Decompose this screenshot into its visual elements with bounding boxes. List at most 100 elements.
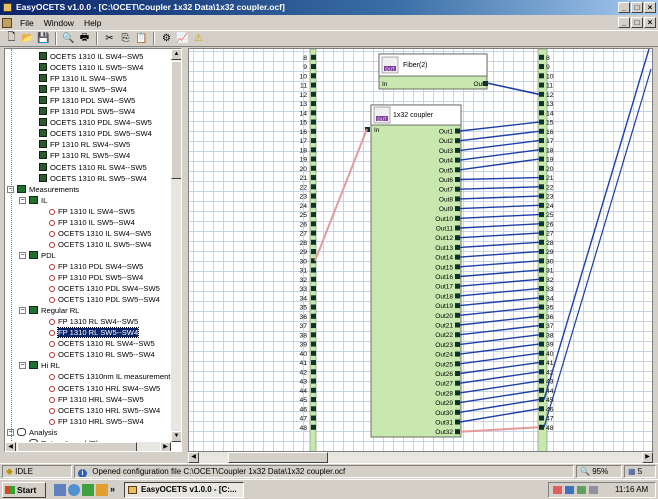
menu-help[interactable]: Help [79,18,106,28]
coupler-output-port[interactable] [455,303,460,309]
left-port-terminal[interactable] [311,424,316,430]
tree-test-item[interactable]: FP 1310 RL SW5--SW4 [39,150,130,161]
scroll-up-button[interactable]: ▲ [171,49,181,60]
tree-test-item[interactable]: FP 1310 PDL SW5--SW4 [39,106,135,117]
save-icon[interactable]: 💾 [36,32,51,46]
scroll-down-button[interactable]: ▼ [171,431,181,442]
tree-test-item[interactable]: FP 1310 PDL SW4--SW5 [39,95,135,106]
right-port-terminal[interactable] [539,406,544,412]
left-port-terminal[interactable] [311,64,316,70]
right-port-terminal[interactable] [539,350,544,356]
canvas-hscroll-thumb[interactable] [228,452,328,463]
schematic-drawing[interactable]: 8 9 10 11 12 13 14 15 16 17 18 19 20 21 22 23 24 25 26 27 28… [189,49,653,452]
coupler-output-port[interactable] [455,400,460,406]
right-port-terminal[interactable] [539,360,544,366]
tree-measurement-item[interactable]: FP 1310 RL SW4--SW5 [49,316,138,327]
output-link[interactable] [459,139,540,152]
tree-test-item[interactable]: FP 1310 IL SW5--SW4 [39,84,127,95]
tree-test-item[interactable]: OCETS 1310 RL SW4--SW5 [39,162,147,173]
right-port-terminal[interactable] [539,175,544,181]
coupler-output-port[interactable] [455,177,460,182]
coupler-output-port[interactable] [455,371,460,376]
quicklaunch-app-icon[interactable] [82,484,94,496]
right-port-terminal[interactable] [539,147,544,153]
left-port-terminal[interactable] [311,101,316,107]
tree-test-item[interactable]: OCETS 1310 IL SW4--SW5 [39,51,143,62]
right-port-terminal[interactable] [539,156,544,162]
left-port-terminal[interactable] [311,239,316,245]
close-button[interactable]: × [644,2,656,13]
tree-test-item[interactable]: OCETS 1310 RL SW5--SW4 [39,173,147,184]
tree-horizontal-scrollbar[interactable]: ◀ ▶ [5,442,171,451]
right-port-terminal[interactable] [539,82,544,88]
input-link[interactable] [314,128,368,262]
right-port-terminal[interactable] [539,230,544,236]
cut-icon[interactable]: ✂ [102,32,117,46]
coupler-output-port[interactable] [455,419,460,425]
left-port-terminal[interactable] [311,110,316,116]
left-port-terminal[interactable] [311,73,316,79]
tree-measurement-item[interactable]: OCETS 1310nm IL measurement [49,371,170,382]
zoom-panel[interactable]: 🔍 95% [576,465,622,478]
right-port-terminal[interactable] [539,313,544,319]
left-port-terminal[interactable] [311,341,316,347]
start-button[interactable]: Start [2,482,46,498]
search-icon[interactable]: 🔍 [61,32,76,46]
output-link[interactable] [459,352,540,365]
left-port-terminal[interactable] [311,249,316,255]
scroll-right-button[interactable]: ▶ [160,442,171,451]
tree-measurement-item[interactable]: OCETS 1310 IL SW5--SW4 [49,239,151,250]
left-port-terminal[interactable] [311,156,316,162]
tree-measurement-item[interactable]: FP 1310 RL SW5--SW4 [49,327,140,339]
output-link[interactable] [459,149,540,161]
quicklaunch-more-icon[interactable]: » [110,484,120,496]
right-port-terminal[interactable] [539,249,544,255]
output-link[interactable] [459,121,540,132]
left-port-terminal[interactable] [311,119,316,125]
tree-measurement-item[interactable]: FP 1310 PDL SW5--SW4 [49,272,143,283]
coupler-output-port[interactable] [455,341,460,347]
coupler-output-port[interactable] [455,138,460,144]
output-link[interactable] [459,361,540,375]
left-port-terminal[interactable] [311,276,316,282]
coupler-output-port[interactable] [455,380,460,386]
collapse-toggle[interactable]: − [19,307,26,315]
collapse-toggle[interactable]: − [19,362,26,370]
right-port-terminal[interactable] [539,165,544,171]
tree-measurement-item[interactable]: OCETS 1310 PDL SW5--SW4 [49,294,160,305]
doc-minimize-button[interactable]: _ [618,17,630,28]
output-link[interactable] [459,260,540,268]
coupler-output-port[interactable] [455,312,460,318]
left-port-terminal[interactable] [311,212,316,218]
tree-test-item[interactable]: FP 1310 IL SW4--SW5 [39,73,127,84]
left-port-terminal[interactable] [311,304,316,310]
speaker-icon[interactable] [589,486,598,494]
tree-measurement-item[interactable]: OCETS 1310 HRL SW5--SW4 [49,405,160,416]
coupler-output-port[interactable] [455,429,460,435]
left-port-terminal[interactable] [311,230,316,236]
maximize-button[interactable]: □ [631,2,643,13]
coupler-output-port[interactable] [455,293,460,299]
tray-icon-security[interactable] [565,486,574,494]
menu-file[interactable]: File [15,18,39,28]
left-port-terminal[interactable] [311,378,316,384]
right-port-terminal[interactable] [539,341,544,347]
grid-panel[interactable]: ▦ 5 [624,465,656,478]
tray-icon-network[interactable] [553,486,562,494]
coupler-output-port[interactable] [455,215,460,221]
output-link[interactable] [459,186,540,190]
left-port-terminal[interactable] [311,397,316,403]
output-link[interactable] [459,371,540,384]
tree-measurement-item[interactable]: FP 1310 HRL SW5--SW4 [49,416,144,427]
tree-measurements-folder[interactable]: Measurements [17,184,79,195]
settings-icon[interactable]: ⚙ [159,32,174,46]
left-port-terminal[interactable] [311,369,316,375]
new-file-icon[interactable]: 🗋 [4,32,19,46]
left-port-terminal[interactable] [311,406,316,412]
hscroll-thumb[interactable] [17,442,137,451]
coupler-output-port[interactable] [455,390,460,396]
left-port-terminal[interactable] [311,323,316,329]
left-port-terminal[interactable] [311,350,316,356]
tree-measurement-item[interactable]: FP 1310 HRL SW4--SW5 [49,394,144,405]
coupler-output-port[interactable] [455,351,460,357]
